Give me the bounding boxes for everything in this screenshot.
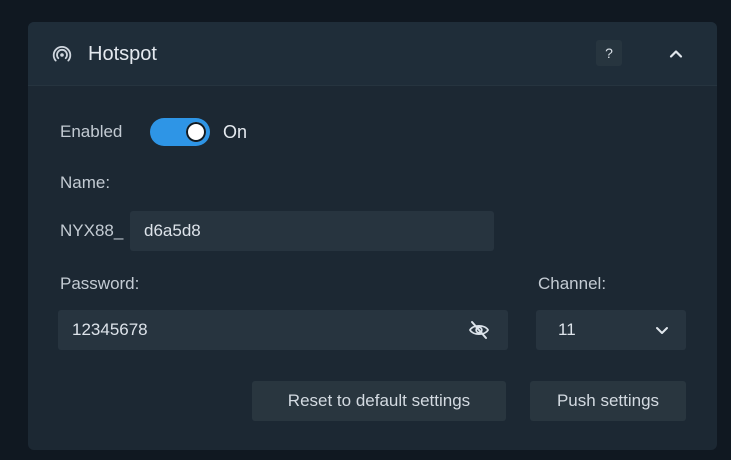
password-value: 12345678 (72, 320, 148, 339)
password-input[interactable]: 12345678 (58, 310, 508, 350)
name-prefix: NYX88_ (60, 221, 124, 240)
toggle-knob (186, 122, 206, 142)
page: Hotspot ? Enabled On Name: NYX88_ d6a5d8… (0, 0, 731, 460)
name-value: d6a5d8 (144, 221, 201, 240)
reset-defaults-button[interactable]: Reset to default settings (252, 381, 506, 421)
push-settings-button[interactable]: Push settings (530, 381, 686, 421)
enabled-state-text: On (223, 122, 248, 142)
panel-title: Hotspot (88, 43, 157, 65)
chevron-up-icon[interactable] (664, 42, 688, 66)
hotspot-icon (52, 46, 72, 62)
hotspot-panel: Hotspot ? Enabled On Name: NYX88_ d6a5d8… (28, 22, 717, 450)
name-label: Name: (60, 173, 111, 192)
eye-off-icon[interactable] (468, 320, 490, 340)
channel-label: Channel: (538, 274, 607, 293)
chevron-down-icon (656, 327, 668, 334)
channel-select[interactable]: 11 (536, 310, 686, 350)
enabled-toggle[interactable] (150, 118, 210, 146)
channel-value: 11 (558, 320, 576, 339)
password-label: Password: (60, 274, 140, 293)
name-input[interactable]: d6a5d8 (130, 211, 494, 251)
enabled-label: Enabled (60, 122, 123, 141)
panel-header: Hotspot ? (28, 22, 717, 86)
help-button[interactable]: ? (596, 40, 622, 66)
